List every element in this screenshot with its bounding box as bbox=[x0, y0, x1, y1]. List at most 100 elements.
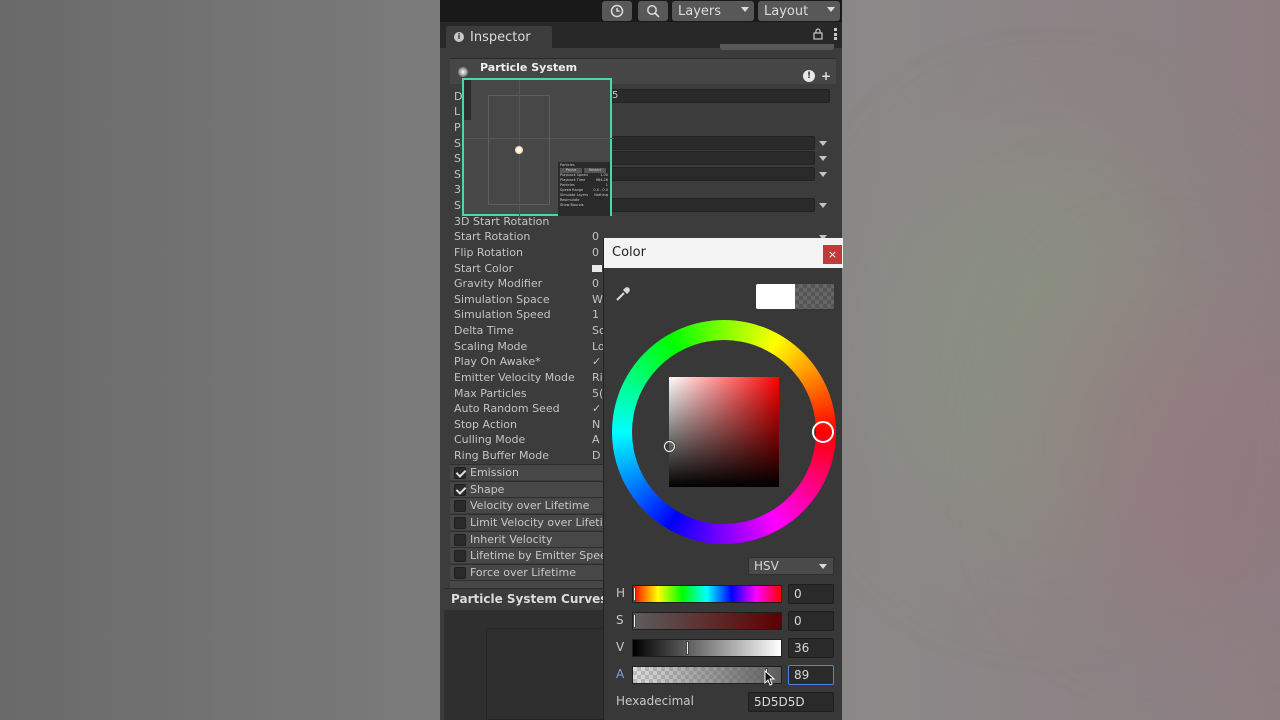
hue-handle[interactable] bbox=[812, 421, 834, 443]
property-value[interactable]: 0 bbox=[592, 246, 599, 259]
hex-label: Hexadecimal bbox=[616, 694, 694, 708]
prop-label-s2: S bbox=[454, 152, 461, 165]
slider-handle[interactable] bbox=[633, 614, 636, 628]
scene-toolbar bbox=[464, 80, 471, 120]
start-speed-field[interactable] bbox=[610, 151, 815, 165]
color-picker-titlebar[interactable]: Color × bbox=[604, 238, 843, 268]
property-label: Start Color bbox=[454, 262, 514, 275]
alpha-field[interactable]: 89 bbox=[788, 665, 834, 685]
property-value[interactable]: 5( bbox=[592, 387, 603, 400]
module-label: Velocity over Lifetime bbox=[470, 499, 590, 512]
color-mode-label: HSV bbox=[754, 559, 779, 573]
close-button[interactable]: × bbox=[823, 245, 842, 264]
property-label: Scaling Mode bbox=[454, 340, 528, 353]
more-options-icon[interactable] bbox=[834, 28, 837, 40]
property-value[interactable]: W bbox=[592, 293, 603, 306]
module-label: Inherit Velocity bbox=[470, 533, 553, 546]
prop-label-p: P bbox=[454, 121, 461, 134]
property-value[interactable]: 0 bbox=[592, 277, 599, 290]
chevron-down-icon bbox=[819, 564, 827, 569]
particle-dot bbox=[515, 146, 523, 154]
module-checkbox[interactable] bbox=[454, 549, 466, 562]
chevron-down-icon[interactable] bbox=[819, 203, 827, 208]
saturation-slider[interactable] bbox=[632, 612, 782, 630]
start-color-swatch[interactable] bbox=[592, 265, 602, 272]
property-label: Ring Buffer Mode bbox=[454, 449, 550, 462]
history-button[interactable] bbox=[602, 1, 632, 21]
prop-label-l: L bbox=[454, 105, 461, 118]
module-row[interactable]: Force over Lifetime bbox=[450, 564, 606, 580]
module-checkbox[interactable] bbox=[454, 466, 466, 479]
background-blur bbox=[1060, 300, 1280, 600]
duration-value: 5 bbox=[612, 90, 619, 101]
alpha-slider[interactable] bbox=[632, 666, 782, 684]
module-row[interactable]: Emission bbox=[450, 464, 606, 480]
tab-inspector[interactable]: i Inspector bbox=[446, 26, 552, 48]
color-mode-dropdown[interactable]: HSV bbox=[748, 557, 834, 575]
property-label: Play On Awake* bbox=[454, 355, 541, 368]
hex-field[interactable]: 5D5D5D bbox=[748, 692, 834, 712]
show-bounds-toggle[interactable]: Show Bounds bbox=[560, 203, 608, 208]
add-icon[interactable]: + bbox=[821, 69, 831, 83]
prop-label-s4: S bbox=[454, 199, 461, 212]
property-value[interactable]: Ri bbox=[592, 371, 603, 384]
history-icon bbox=[610, 4, 624, 18]
component-title: Particle System bbox=[480, 61, 578, 74]
layout-label: Layout bbox=[764, 3, 809, 19]
color-swatch-alpha bbox=[795, 284, 834, 309]
partial-button[interactable] bbox=[720, 44, 834, 50]
lock-icon[interactable] bbox=[813, 28, 823, 40]
property-value[interactable]: 0 bbox=[592, 230, 599, 243]
module-checkbox[interactable] bbox=[454, 499, 466, 512]
property-value[interactable]: D bbox=[592, 449, 600, 462]
chevron-down-icon[interactable] bbox=[819, 141, 827, 146]
layers-dropdown[interactable]: Layers bbox=[672, 1, 754, 21]
module-label: Emission bbox=[470, 466, 519, 479]
slider-handle[interactable] bbox=[633, 587, 636, 601]
property-label: Delta Time bbox=[454, 324, 514, 337]
module-checkbox[interactable] bbox=[454, 483, 466, 496]
slider-h-label: H bbox=[616, 586, 626, 600]
chevron-down-icon[interactable] bbox=[819, 172, 827, 177]
property-label: Max Particles bbox=[454, 387, 527, 400]
module-label: Lifetime by Emitter Speed bbox=[470, 549, 606, 562]
hue-field[interactable]: 0 bbox=[788, 584, 834, 604]
module-checkbox[interactable] bbox=[454, 516, 466, 529]
slider-handle[interactable] bbox=[686, 641, 689, 655]
value-slider[interactable] bbox=[632, 639, 782, 657]
hue-slider[interactable] bbox=[632, 585, 782, 603]
search-icon bbox=[647, 5, 660, 18]
layout-dropdown[interactable]: Layout bbox=[758, 1, 840, 21]
warning-icon[interactable]: ! bbox=[803, 70, 815, 82]
chevron-down-icon[interactable] bbox=[819, 156, 827, 161]
start-lifetime-field[interactable] bbox=[610, 136, 815, 150]
property-label: Flip Rotation bbox=[454, 246, 523, 259]
module-checkbox[interactable] bbox=[454, 566, 466, 579]
property-value[interactable]: 1 bbox=[592, 308, 599, 321]
search-button[interactable] bbox=[638, 1, 668, 21]
module-row[interactable]: Limit Velocity over Lifetim bbox=[450, 514, 606, 530]
module-row[interactable]: Shape bbox=[450, 481, 606, 497]
saturation-field[interactable]: 0 bbox=[788, 611, 834, 631]
property-value[interactable]: ✓ bbox=[592, 355, 601, 368]
start-size2-field[interactable] bbox=[610, 198, 815, 212]
property-value[interactable]: N bbox=[592, 418, 600, 431]
duration-field[interactable]: 5 bbox=[610, 89, 830, 103]
property-label: Start Rotation bbox=[454, 230, 531, 243]
module-checkbox[interactable] bbox=[454, 533, 466, 546]
eyedropper-icon[interactable] bbox=[615, 286, 631, 302]
particle-system-icon bbox=[458, 67, 468, 77]
property-label: Simulation Space bbox=[454, 293, 550, 306]
module-row[interactable]: Lifetime by Emitter Speed bbox=[450, 547, 606, 563]
saturation-value-square[interactable] bbox=[669, 377, 779, 487]
module-row[interactable]: Velocity over Lifetime bbox=[450, 497, 606, 513]
property-value[interactable]: ✓ bbox=[592, 402, 601, 415]
value-field[interactable]: 36 bbox=[788, 638, 834, 658]
color-picker-title: Color bbox=[612, 245, 646, 260]
sv-handle[interactable] bbox=[664, 441, 675, 452]
property-label: Emitter Velocity Mode bbox=[454, 371, 575, 384]
property-value[interactable]: A bbox=[592, 433, 600, 446]
module-label: Limit Velocity over Lifetim bbox=[470, 516, 606, 529]
start-size-field[interactable] bbox=[610, 167, 815, 181]
module-row[interactable]: Inherit Velocity bbox=[450, 531, 606, 547]
